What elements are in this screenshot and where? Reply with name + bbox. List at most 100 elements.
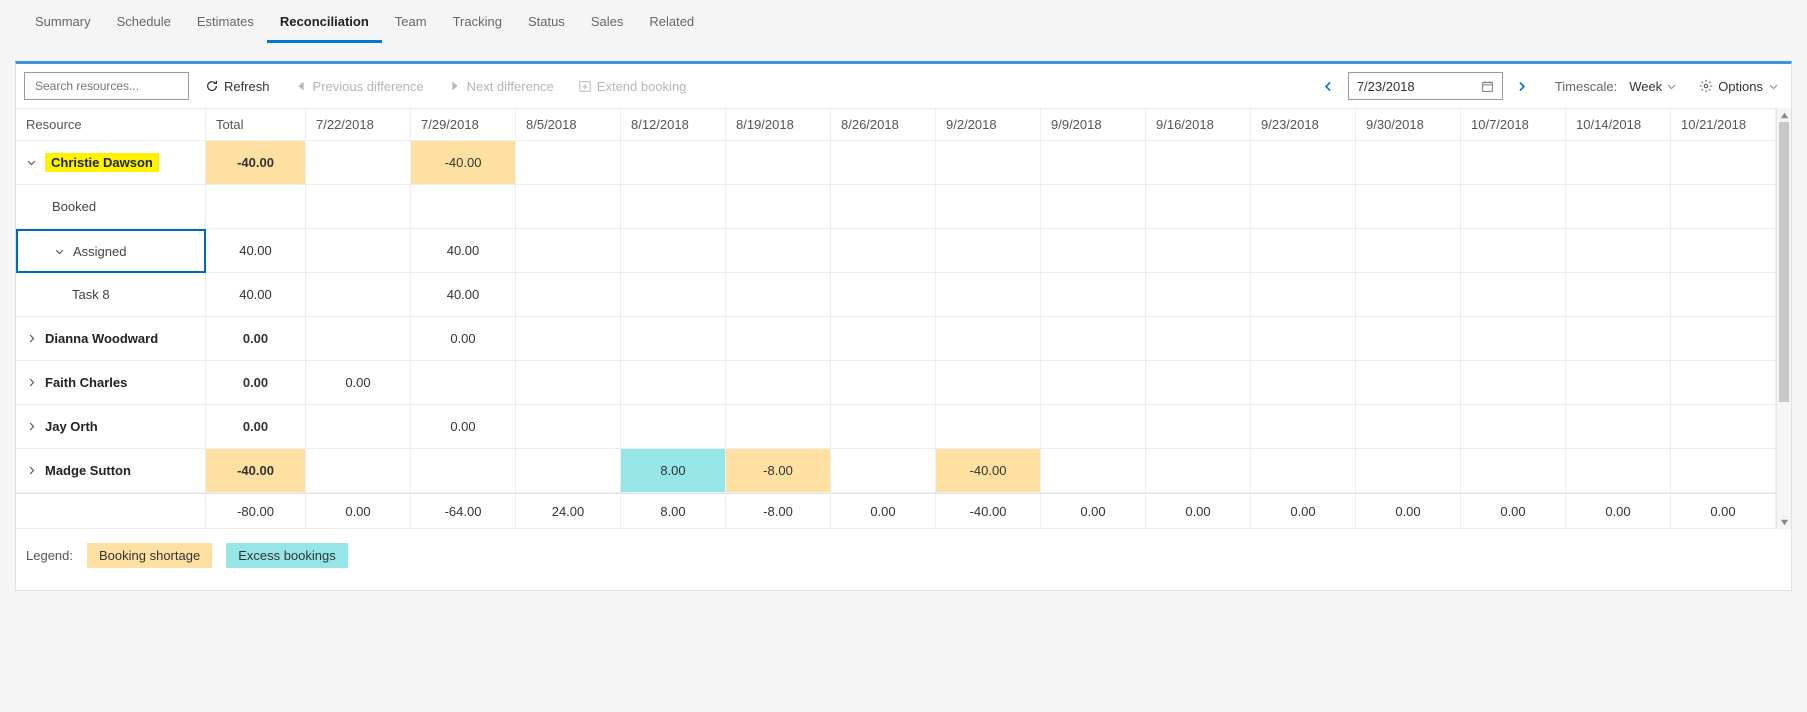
data-cell[interactable]: [1356, 361, 1461, 405]
data-cell[interactable]: [1251, 185, 1356, 229]
data-cell[interactable]: [831, 141, 936, 185]
extend-booking-button[interactable]: Extend booking: [570, 75, 695, 98]
tab-reconciliation[interactable]: Reconciliation: [267, 0, 382, 43]
data-cell[interactable]: [1356, 317, 1461, 361]
data-cell[interactable]: [621, 405, 726, 449]
data-cell[interactable]: [1251, 449, 1356, 493]
data-cell[interactable]: [516, 229, 621, 273]
data-cell[interactable]: [1671, 449, 1776, 493]
data-cell[interactable]: [726, 229, 831, 273]
data-cell[interactable]: 0.00: [306, 361, 411, 405]
tab-status[interactable]: Status: [515, 0, 578, 43]
options-button[interactable]: Options: [1695, 75, 1783, 98]
data-cell[interactable]: [516, 185, 621, 229]
data-cell[interactable]: [1566, 185, 1671, 229]
data-cell[interactable]: [621, 185, 726, 229]
data-cell[interactable]: [1461, 229, 1566, 273]
data-cell[interactable]: [516, 361, 621, 405]
data-cell[interactable]: [516, 141, 621, 185]
total-cell[interactable]: 0.00: [206, 361, 306, 405]
date-prev-button[interactable]: [1318, 72, 1340, 100]
data-cell[interactable]: [936, 405, 1041, 449]
data-cell[interactable]: [936, 361, 1041, 405]
data-cell[interactable]: 0.00: [411, 317, 516, 361]
data-cell[interactable]: [1356, 141, 1461, 185]
data-cell[interactable]: -40.00: [936, 449, 1041, 493]
data-cell[interactable]: [1041, 361, 1146, 405]
data-cell[interactable]: [726, 185, 831, 229]
data-cell[interactable]: [1461, 405, 1566, 449]
data-cell[interactable]: [1251, 141, 1356, 185]
data-cell[interactable]: [411, 449, 516, 493]
resource-cell[interactable]: Assigned: [16, 229, 206, 273]
tab-estimates[interactable]: Estimates: [184, 0, 267, 43]
data-cell[interactable]: [1356, 185, 1461, 229]
next-difference-button[interactable]: Next difference: [440, 75, 562, 98]
data-cell[interactable]: [936, 185, 1041, 229]
data-cell[interactable]: [1146, 449, 1251, 493]
data-cell[interactable]: [831, 185, 936, 229]
data-cell[interactable]: [1356, 449, 1461, 493]
data-cell[interactable]: [1146, 317, 1251, 361]
data-cell[interactable]: [306, 141, 411, 185]
data-cell[interactable]: [306, 449, 411, 493]
tab-related[interactable]: Related: [636, 0, 707, 43]
search-input[interactable]: [24, 72, 189, 100]
data-cell[interactable]: [306, 273, 411, 317]
data-cell[interactable]: [1671, 317, 1776, 361]
tab-tracking[interactable]: Tracking: [440, 0, 515, 43]
data-cell[interactable]: [1146, 361, 1251, 405]
data-cell[interactable]: [306, 317, 411, 361]
data-cell[interactable]: [1251, 229, 1356, 273]
total-cell[interactable]: 0.00: [206, 405, 306, 449]
data-cell[interactable]: [1146, 273, 1251, 317]
data-cell[interactable]: [1566, 405, 1671, 449]
data-cell[interactable]: [1461, 185, 1566, 229]
data-cell[interactable]: [516, 405, 621, 449]
data-cell[interactable]: [1461, 361, 1566, 405]
data-cell[interactable]: [306, 185, 411, 229]
data-cell[interactable]: -40.00: [411, 141, 516, 185]
data-cell[interactable]: [726, 141, 831, 185]
data-cell[interactable]: [831, 449, 936, 493]
prev-difference-button[interactable]: Previous difference: [286, 75, 432, 98]
data-cell[interactable]: [1461, 273, 1566, 317]
total-cell[interactable]: -40.00: [206, 141, 306, 185]
data-cell[interactable]: [306, 229, 411, 273]
data-cell[interactable]: [1041, 273, 1146, 317]
total-cell[interactable]: [206, 185, 306, 229]
scroll-thumb[interactable]: [1779, 122, 1789, 402]
search-field[interactable]: [35, 79, 190, 93]
data-cell[interactable]: 40.00: [411, 229, 516, 273]
data-cell[interactable]: [831, 317, 936, 361]
resource-cell[interactable]: Booked: [16, 185, 206, 229]
data-cell[interactable]: [831, 273, 936, 317]
data-cell[interactable]: [726, 317, 831, 361]
data-cell[interactable]: [1146, 229, 1251, 273]
data-cell[interactable]: [831, 361, 936, 405]
data-cell[interactable]: [1566, 229, 1671, 273]
data-cell[interactable]: [1356, 229, 1461, 273]
data-cell[interactable]: -8.00: [726, 449, 831, 493]
data-cell[interactable]: [1566, 273, 1671, 317]
data-cell[interactable]: [1461, 141, 1566, 185]
data-cell[interactable]: [1251, 361, 1356, 405]
total-cell[interactable]: 40.00: [206, 229, 306, 273]
data-cell[interactable]: [621, 141, 726, 185]
data-cell[interactable]: [411, 185, 516, 229]
data-cell[interactable]: 0.00: [411, 405, 516, 449]
data-cell[interactable]: [726, 405, 831, 449]
data-cell[interactable]: [1041, 229, 1146, 273]
resource-cell[interactable]: Faith Charles: [16, 361, 206, 405]
data-cell[interactable]: [726, 361, 831, 405]
timescale-dropdown[interactable]: Week: [1625, 75, 1681, 98]
data-cell[interactable]: [1041, 141, 1146, 185]
resource-cell[interactable]: Madge Sutton: [16, 449, 206, 493]
tab-schedule[interactable]: Schedule: [104, 0, 184, 43]
data-cell[interactable]: [1671, 273, 1776, 317]
data-cell[interactable]: [516, 273, 621, 317]
data-cell[interactable]: [831, 229, 936, 273]
resource-cell[interactable]: Jay Orth: [16, 405, 206, 449]
data-cell[interactable]: [1566, 449, 1671, 493]
data-cell[interactable]: [1146, 405, 1251, 449]
